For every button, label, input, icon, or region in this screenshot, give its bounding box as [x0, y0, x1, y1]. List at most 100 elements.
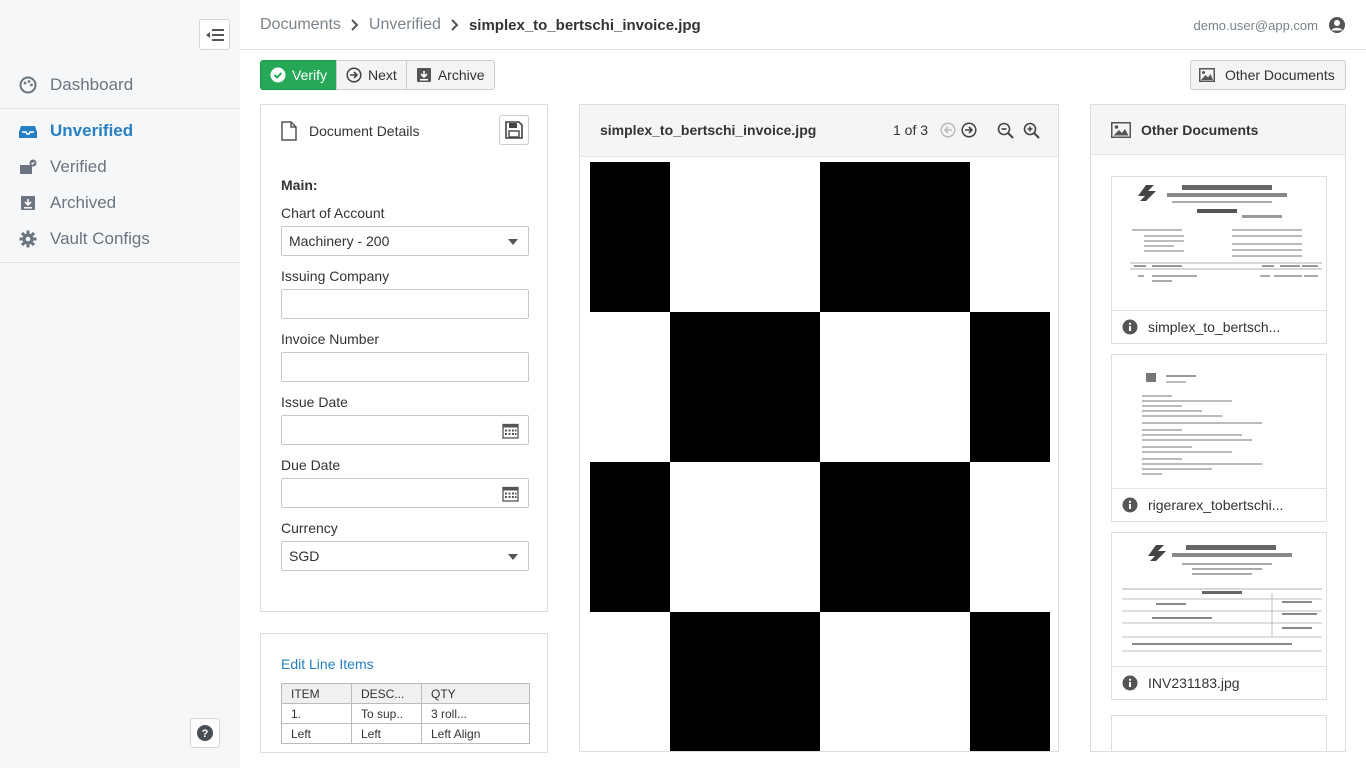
svg-text:?: ?	[202, 728, 209, 740]
section-heading: Main:	[281, 177, 318, 193]
sidebar-item-unverified[interactable]: Unverified	[0, 113, 240, 149]
caret-down-icon	[508, 554, 518, 560]
palette-icon	[19, 76, 37, 94]
next-label: Next	[368, 67, 397, 83]
sidebar-item-archived[interactable]: Archived	[0, 185, 240, 221]
breadcrumb-documents[interactable]: Documents	[260, 16, 341, 34]
header: Documents Unverified simplex_to_bertschi…	[240, 0, 1366, 50]
chevron-right-icon	[451, 19, 459, 31]
issuing-company-input[interactable]	[281, 289, 529, 319]
line-items-table: ITEM DESC... QTY 1. To sup.. 3 roll... L…	[281, 683, 530, 744]
verify-label: Verify	[292, 67, 328, 83]
table-cell: 1.	[281, 703, 352, 724]
document-caption: rigerarex_tobertschi...	[1122, 497, 1283, 513]
table-row[interactable]: 1. To sup.. 3 roll...	[281, 703, 530, 724]
sidebar-item-label: Unverified	[50, 121, 134, 140]
sidebar-divider	[0, 108, 240, 109]
arrow-circle-right-icon	[346, 67, 362, 83]
sidebar-item-label: Archived	[50, 193, 117, 212]
issue-date-input[interactable]	[281, 415, 529, 445]
collapse-menu-icon	[205, 28, 224, 41]
next-page-icon[interactable]	[961, 122, 977, 138]
zoom-in-icon[interactable]	[1023, 122, 1040, 139]
chevron-right-icon	[351, 19, 359, 31]
gear-icon	[19, 230, 37, 248]
field-label: Issue Date	[281, 394, 348, 410]
image-icon	[1199, 68, 1215, 82]
document-thumbnail-card[interactable]: INV231183.jpg	[1111, 532, 1327, 700]
document-name: simplex_to_bertsch...	[1148, 319, 1281, 335]
info-icon[interactable]	[1122, 497, 1138, 513]
field-label: Chart of Account	[281, 205, 385, 221]
sidebar: Dashboard Unverified Verified Archived V…	[0, 0, 240, 768]
breadcrumb-unverified[interactable]: Unverified	[369, 16, 441, 34]
column-header: QTY	[421, 683, 530, 704]
info-icon[interactable]	[1122, 675, 1138, 691]
collapse-sidebar-button[interactable]	[199, 19, 230, 50]
table-row[interactable]: Left Left Left Align	[281, 723, 530, 744]
archive-label: Archive	[437, 67, 485, 83]
document-thumbnail	[1112, 177, 1326, 311]
panel-title: Other Documents	[1141, 122, 1259, 138]
invoice-number-input[interactable]	[281, 352, 529, 382]
save-button[interactable]	[499, 115, 529, 145]
document-caption: INV231183.jpg	[1122, 675, 1240, 691]
edit-line-items-link[interactable]: Edit Line Items	[281, 656, 374, 672]
document-thumbnail-card[interactable]	[1111, 715, 1327, 751]
calendar-icon[interactable]	[502, 422, 519, 439]
verified-inbox-icon	[19, 158, 37, 176]
line-items-panel: Edit Line Items ITEM DESC... QTY 1. To s…	[260, 633, 548, 753]
sidebar-item-label: Vault Configs	[50, 229, 150, 248]
table-cell: Left Align	[421, 723, 530, 744]
action-toolbar: Verify Next Archive	[260, 60, 495, 90]
sidebar-item-dashboard[interactable]: Dashboard	[0, 67, 240, 103]
table-header-row: ITEM DESC... QTY	[281, 683, 530, 704]
check-circle-icon	[270, 67, 286, 83]
info-icon[interactable]	[1122, 319, 1138, 335]
archive-icon	[19, 194, 37, 212]
sidebar-divider	[0, 262, 240, 263]
document-image[interactable]	[590, 162, 1050, 751]
other-documents-header: Other Documents	[1091, 105, 1345, 155]
document-thumbnail	[1112, 355, 1326, 489]
zoom-out-icon[interactable]	[997, 122, 1014, 139]
placeholder-checker-image	[590, 162, 1050, 751]
currency-select[interactable]: SGD	[281, 541, 529, 571]
archive-icon	[416, 67, 432, 83]
sidebar-item-vault-configs[interactable]: Vault Configs	[0, 221, 240, 257]
help-button[interactable]: ?	[190, 718, 220, 748]
image-icon	[1111, 122, 1131, 138]
sidebar-item-label: Dashboard	[50, 75, 134, 94]
document-thumbnail-card[interactable]: rigerarex_tobertschi...	[1111, 354, 1327, 522]
table-cell: 3 roll...	[421, 703, 530, 724]
file-icon	[281, 121, 297, 141]
breadcrumb: Documents Unverified simplex_to_bertschi…	[260, 16, 701, 34]
other-documents-title: Other Documents	[1111, 122, 1258, 138]
viewer-header: simplex_to_bertschi_invoice.jpg 1 of 3	[580, 105, 1058, 157]
sidebar-item-verified[interactable]: Verified	[0, 149, 240, 185]
user-email: demo.user@app.com	[1193, 17, 1318, 33]
field-label: Invoice Number	[281, 331, 380, 347]
document-viewer: simplex_to_bertschi_invoice.jpg 1 of 3	[579, 104, 1059, 752]
prev-page-icon[interactable]	[940, 122, 956, 138]
document-name: rigerarex_tobertschi...	[1148, 497, 1284, 513]
document-caption: simplex_to_bertsch...	[1122, 319, 1280, 335]
user-menu[interactable]: demo.user@app.com	[1194, 16, 1346, 34]
document-thumbnail-card[interactable]: simplex_to_bertsch...	[1111, 176, 1327, 344]
sidebar-item-label: Verified	[50, 157, 107, 176]
due-date-input[interactable]	[281, 478, 529, 508]
inbox-icon	[19, 122, 37, 140]
verify-button[interactable]: Verify	[260, 60, 338, 90]
column-header: ITEM	[281, 683, 352, 704]
other-documents-label: Other Documents	[1225, 67, 1335, 83]
calendar-icon[interactable]	[502, 485, 519, 502]
caret-down-icon	[508, 239, 518, 245]
archive-button[interactable]: Archive	[405, 60, 495, 90]
other-documents-button[interactable]: Other Documents	[1190, 60, 1346, 90]
chart-of-account-select[interactable]: Machinery - 200	[281, 226, 529, 256]
next-button[interactable]: Next	[336, 60, 407, 90]
table-cell: To sup..	[351, 703, 422, 724]
other-documents-panel: Other Documents simplex_to_bertsch... ri…	[1090, 104, 1346, 752]
floppy-disk-icon	[505, 121, 523, 139]
breadcrumb-current: simplex_to_bertschi_invoice.jpg	[468, 16, 701, 34]
